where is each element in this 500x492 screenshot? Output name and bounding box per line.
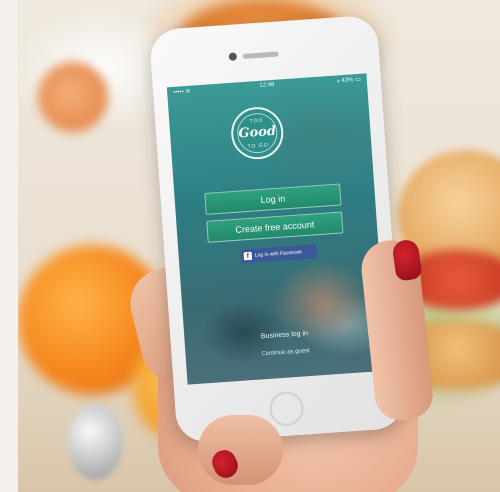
hand-lower-finger bbox=[198, 415, 283, 485]
continue-as-guest-link[interactable]: Continue as guest bbox=[186, 343, 386, 363]
create-account-button[interactable]: Create free account bbox=[206, 211, 344, 243]
log-in-button[interactable]: Log in bbox=[204, 183, 342, 215]
blurred-egg bbox=[38, 62, 108, 132]
facebook-login-button[interactable]: f Log in with Facebook bbox=[240, 244, 318, 264]
front-camera bbox=[228, 52, 238, 61]
app-screen: ••••• ≋ 12:48 ⁎ 43% ▭ TOO Good TO GO Log… bbox=[166, 73, 388, 385]
facebook-icon: f bbox=[243, 251, 253, 261]
blurred-spoon bbox=[68, 405, 123, 480]
photo-background: ••••• ≋ 12:48 ⁎ 43% ▭ TOO Good TO GO Log… bbox=[18, 0, 500, 492]
facebook-login-label: Log in with Facebook bbox=[254, 249, 303, 259]
status-bar: ••••• ≋ 12:48 ⁎ 43% ▭ bbox=[167, 73, 367, 99]
home-button[interactable] bbox=[268, 390, 305, 427]
battery-status: ⁎ 43% ▭ bbox=[336, 76, 362, 85]
earpiece-speaker bbox=[242, 51, 279, 59]
smartphone: ••••• ≋ 12:48 ⁎ 43% ▭ TOO Good TO GO Log… bbox=[148, 14, 406, 444]
too-good-to-go-logo: TOO Good TO GO bbox=[229, 105, 286, 161]
business-login-link[interactable]: Business log in bbox=[184, 325, 384, 346]
